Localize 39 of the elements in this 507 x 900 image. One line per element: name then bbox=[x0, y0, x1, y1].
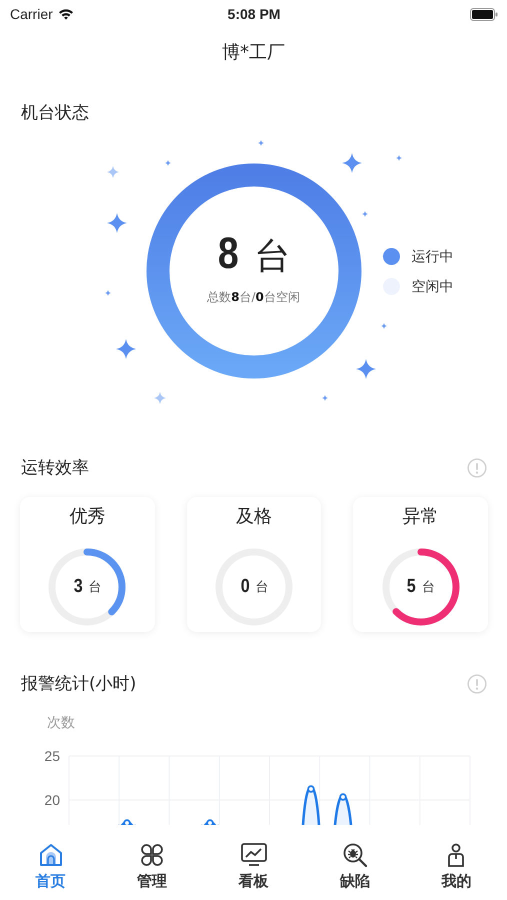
section-title: 机台状态 bbox=[21, 103, 90, 123]
card-label: 优秀 bbox=[69, 506, 106, 528]
clock-time: 5:08 PM bbox=[228, 6, 280, 22]
page-title: 博*工厂 bbox=[222, 40, 285, 64]
legend-label: 空闲中 bbox=[412, 278, 454, 296]
card-count: 5 bbox=[407, 576, 416, 598]
section-title: 运转效率 bbox=[21, 458, 90, 478]
y-tick-label: 20 bbox=[44, 792, 60, 808]
count-unit: 台 bbox=[254, 234, 291, 278]
info-icon[interactable] bbox=[467, 458, 487, 478]
home-icon bbox=[38, 842, 64, 868]
machine-summary: 总数8台/0台空闲 bbox=[207, 288, 300, 306]
count-unit: 台 bbox=[88, 579, 102, 596]
axis-title: 次数 bbox=[46, 714, 75, 733]
count-unit: 台 bbox=[255, 579, 268, 596]
card-count: 3 bbox=[74, 576, 83, 598]
tab-button[interactable]: 看板 bbox=[202, 835, 304, 900]
efficiency-card[interactable]: 异常 5 台 bbox=[353, 497, 488, 632]
wifi-icon bbox=[58, 8, 74, 20]
tab-button[interactable]: 首页 bbox=[0, 835, 102, 900]
info-icon[interactable] bbox=[467, 674, 487, 694]
battery-icon bbox=[470, 8, 498, 20]
section-title: 报警统计(小时) bbox=[21, 674, 138, 694]
card-label: 及格 bbox=[236, 506, 272, 528]
tab-button[interactable]: 缺陷 bbox=[304, 835, 406, 900]
four-petal-icon bbox=[139, 842, 166, 868]
efficiency-card[interactable]: 及格 0 台 bbox=[186, 497, 322, 632]
tab-button[interactable]: 我的 bbox=[406, 835, 507, 900]
tab-button[interactable]: 管理 bbox=[101, 835, 203, 900]
carrier-label: Carrier bbox=[10, 6, 53, 22]
count-unit: 台 bbox=[422, 579, 435, 596]
bug-magnifier-icon bbox=[342, 842, 368, 868]
card-count: 0 bbox=[240, 576, 250, 598]
card-label: 异常 bbox=[402, 506, 439, 528]
legend-label: 运行中 bbox=[412, 248, 454, 266]
efficiency-card[interactable]: 优秀 3 台 bbox=[20, 497, 155, 632]
monitor-chart-icon bbox=[240, 842, 268, 868]
machine-count: 8 bbox=[218, 228, 239, 278]
y-tick-label: 25 bbox=[44, 748, 60, 764]
